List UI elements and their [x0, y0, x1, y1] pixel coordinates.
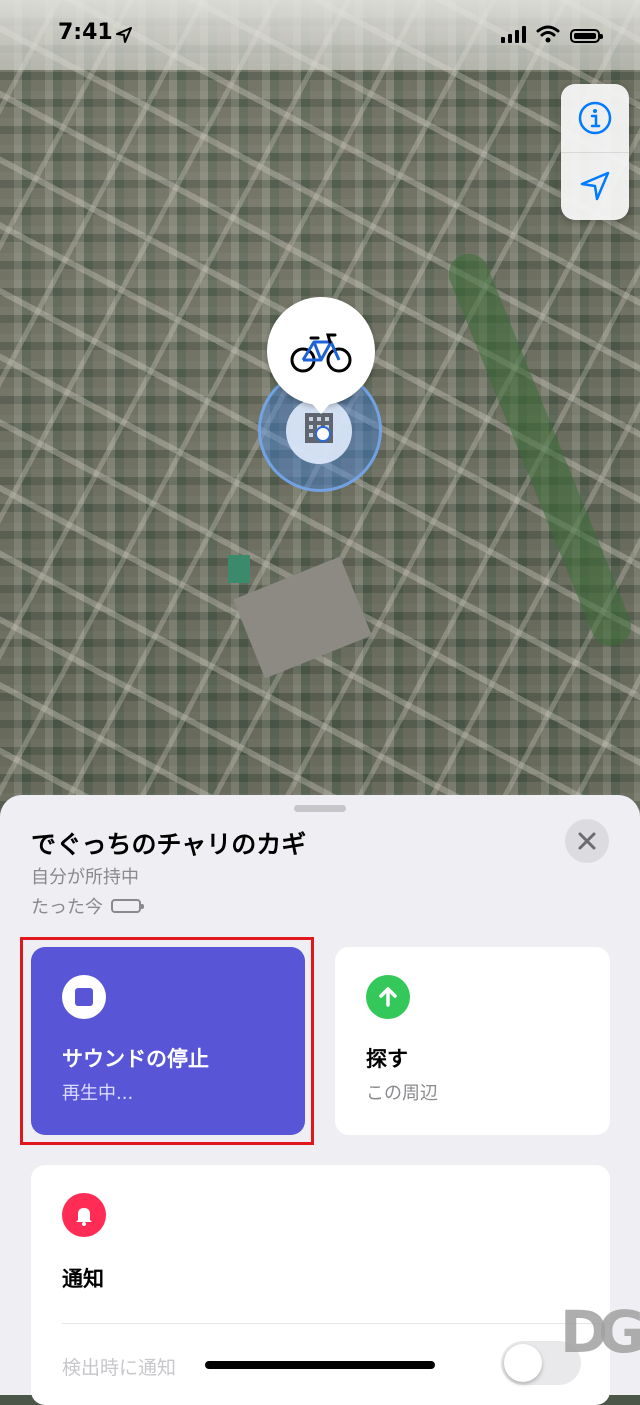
close-icon [578, 832, 596, 850]
item-owner-status: 自分が所持中 [31, 867, 139, 888]
status-bar: 7:41 [0, 0, 640, 70]
find-icon-circle [366, 975, 410, 1019]
info-button[interactable] [561, 84, 629, 152]
location-arrow-icon [580, 171, 610, 201]
bicycle-icon [290, 333, 352, 373]
find-button[interactable]: 探す この周辺 [335, 947, 610, 1135]
battery-icon [570, 29, 603, 43]
notifications-label: 通知 [62, 1267, 104, 1291]
bell-icon-circle [62, 1193, 106, 1237]
notify-when-found-label: 検出時に通知 [62, 1357, 177, 1379]
find-label: 探す [366, 1047, 408, 1071]
item-detail-sheet: でぐっちのチャリのカギ 自分が所持中 たった今 サウンドの停止 再生中... 探… [0, 795, 640, 1405]
sheet-grabber[interactable] [294, 805, 346, 812]
annotation-highlight-box [20, 937, 314, 1145]
item-pin-tail [307, 398, 335, 414]
map-court [228, 555, 250, 583]
bell-icon [76, 1208, 92, 1226]
watermark-logo: DG [560, 1298, 640, 1366]
location-arrow-icon [116, 27, 132, 43]
item-pin-dot [315, 426, 331, 442]
notifications-card: 通知 検出時に通知 [31, 1165, 610, 1405]
cellular-signal-icon [501, 25, 526, 43]
battery-icon [111, 899, 144, 913]
map-controls [561, 84, 629, 220]
item-title: でぐっちのチャリのカギ [31, 830, 307, 859]
find-sub: この周辺 [366, 1083, 438, 1104]
status-time: 7:41 [58, 20, 113, 45]
home-indicator[interactable] [205, 1361, 435, 1369]
current-location-button[interactable] [561, 152, 629, 220]
toggle-knob [504, 1344, 542, 1382]
last-seen-text: たった今 [31, 897, 103, 918]
map-park-strip [442, 247, 638, 653]
arrow-up-icon [379, 987, 397, 1007]
close-button[interactable] [565, 819, 609, 863]
wifi-icon [536, 25, 560, 43]
info-icon [578, 101, 612, 135]
map-parking-lot [233, 556, 372, 679]
notifications-divider [62, 1323, 610, 1324]
last-seen-row: たった今 [31, 893, 144, 919]
